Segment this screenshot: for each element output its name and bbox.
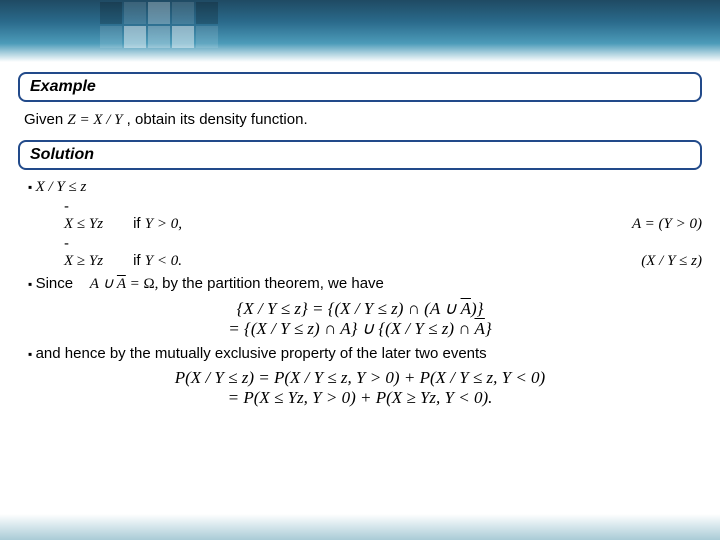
prob-line2: = P(X ≤ Yz, Y > 0) + P(X ≥ Yz, Y < 0).: [18, 388, 702, 408]
case2-cond: X ≥ Yz: [64, 253, 103, 270]
probability-eq: P(X / Y ≤ z) = P(X / Y ≤ z, Y > 0) + P(X…: [18, 368, 702, 408]
since-word: Since: [36, 275, 74, 292]
partition-eq: {X / Y ≤ z} = {(X / Y ≤ z) ∩ (A ∪ A)} = …: [18, 299, 702, 339]
given-prefix: Given: [24, 111, 67, 128]
given-suffix: , obtain its density function.: [127, 111, 308, 128]
bullet-since: Since A ∪ A = Ω, by the partition theore…: [28, 274, 702, 293]
event-expr: X / Y ≤ z: [36, 179, 87, 195]
hence-text: and hence by the mutually exclusive prop…: [28, 345, 702, 362]
example-heading: Example: [18, 72, 702, 102]
since-rel: A ∪ A = Ω,: [90, 276, 162, 292]
solution-heading: Solution: [18, 140, 702, 170]
solution-body: X / Y ≤ z X ≤ Yz if Y > 0, A = (Y > 0): [28, 178, 702, 293]
case2-if: if: [133, 252, 145, 269]
set-event: (X / Y ≤ z): [641, 253, 702, 270]
header-band: [0, 0, 720, 62]
case1-when: Y > 0,: [145, 216, 182, 232]
footer-band: [0, 514, 720, 540]
case-1: X ≤ Yz if Y > 0, A = (Y > 0): [64, 198, 702, 233]
since-tail: by the partition theorem, we have: [162, 275, 384, 292]
case2-when: Y < 0.: [145, 253, 182, 269]
partition-line1: {X / Y ≤ z} = {(X / Y ≤ z) ∩ (A ∪ A)}: [18, 299, 702, 319]
case-2: X ≥ Yz if Y < 0. (X / Y ≤ z): [64, 235, 702, 270]
bullet-event: X / Y ≤ z X ≤ Yz if Y > 0, A = (Y > 0): [28, 178, 702, 270]
set-A: A = (Y > 0): [632, 216, 702, 233]
case1-cond: X ≤ Yz: [64, 216, 103, 233]
decorative-squares: [100, 2, 218, 48]
given-expr: Z = X / Y: [67, 112, 122, 128]
given-statement: Given Z = X / Y , obtain its density fun…: [24, 110, 696, 130]
partition-line2: = {(X / Y ≤ z) ∩ A} ∪ {(X / Y ≤ z) ∩ A}: [18, 319, 702, 339]
bullet-hence: and hence by the mutually exclusive prop…: [28, 345, 702, 362]
case1-if: if: [133, 215, 145, 232]
prob-line1: P(X / Y ≤ z) = P(X / Y ≤ z, Y > 0) + P(X…: [18, 368, 702, 388]
slide-content: Example Given Z = X / Y , obtain its den…: [0, 62, 720, 408]
